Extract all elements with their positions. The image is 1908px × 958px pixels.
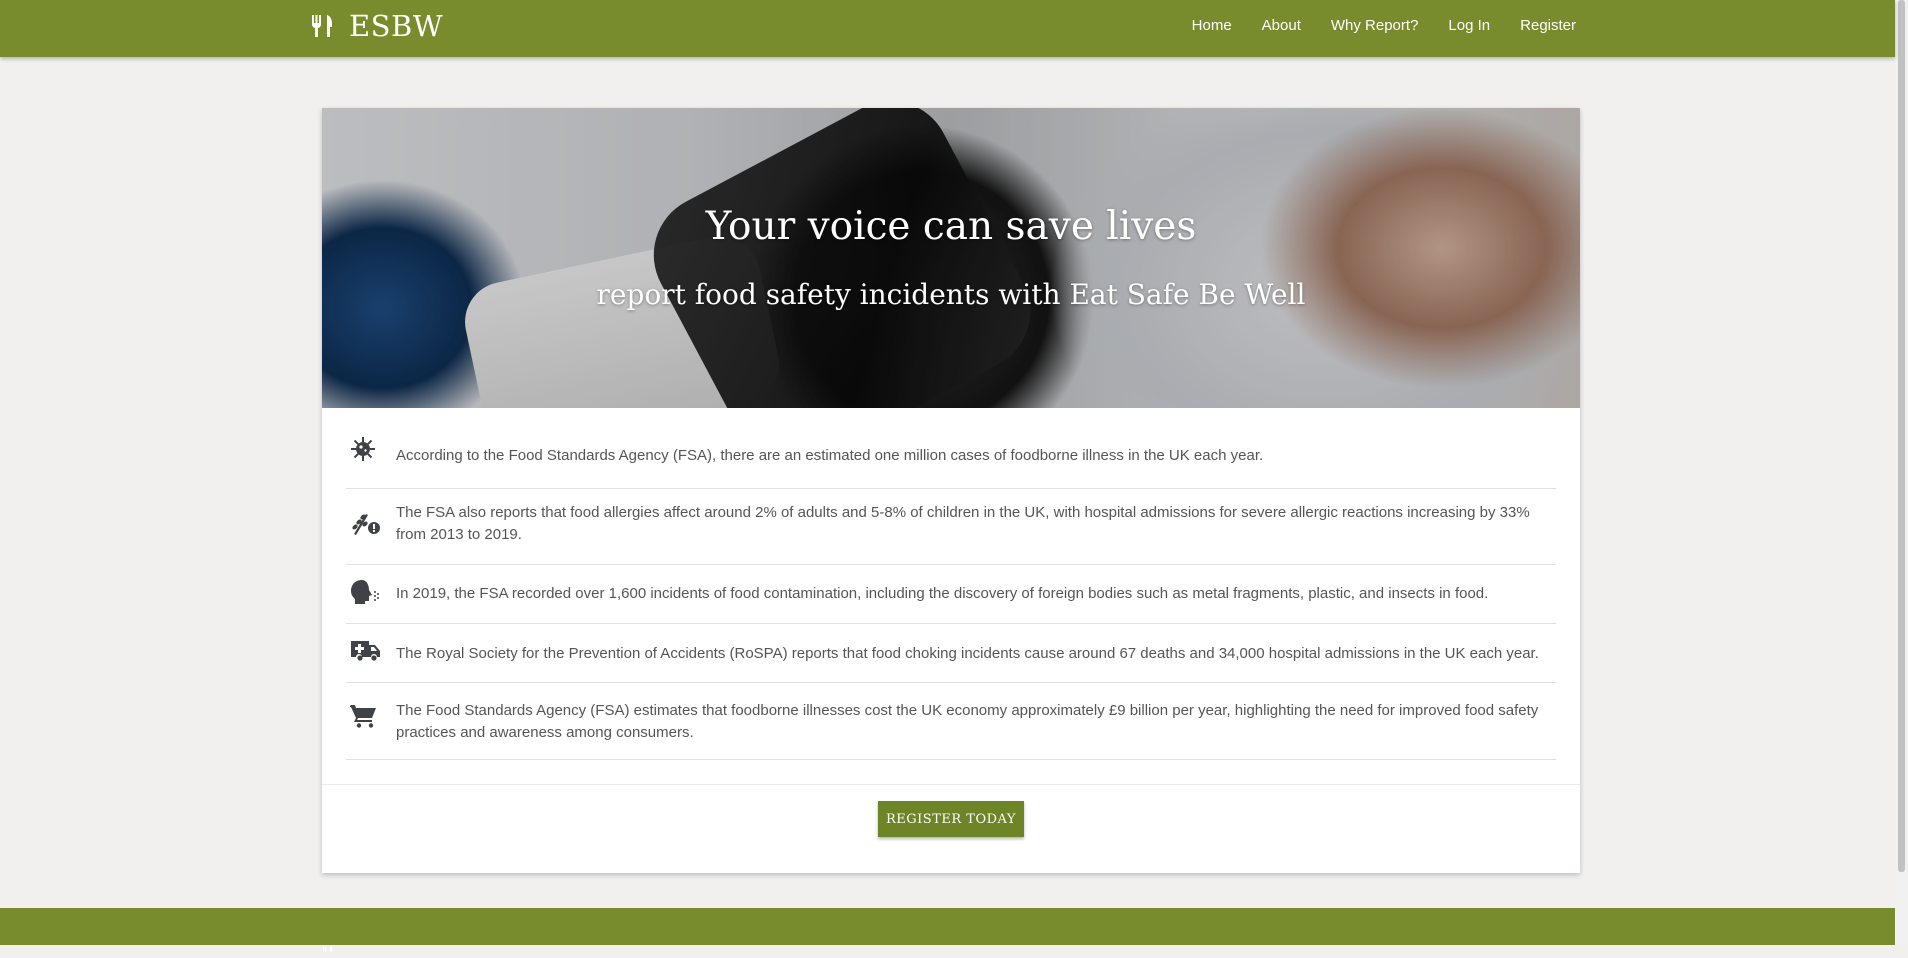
cutlery-icon (309, 13, 335, 39)
fact-text: The Food Standards Agency (FSA) estimate… (396, 702, 1539, 741)
fact-item: The Royal Society for the Prevention of … (346, 624, 1556, 683)
main-nav: Home About Why Report? Log In Register (1162, 17, 1576, 34)
shopping-cart-icon (346, 683, 396, 729)
info-card: Your voice can save lives report food sa… (322, 108, 1580, 873)
hero-title: Your voice can save lives (705, 204, 1197, 249)
nav-about[interactable]: About (1262, 17, 1301, 34)
hero-banner: Your voice can save lives report food sa… (322, 108, 1580, 408)
allergy-warning-icon (346, 489, 396, 536)
footer (0, 908, 1895, 952)
page-scrollbar[interactable] (1895, 0, 1908, 945)
ambulance-icon (346, 624, 396, 662)
nav-register[interactable]: Register (1520, 17, 1576, 34)
fact-text: The Royal Society for the Prevention of … (396, 645, 1539, 662)
fact-item: According to the Food Standards Agency (… (346, 432, 1556, 489)
scrollbar-thumb[interactable] (1898, 0, 1905, 872)
nav-home[interactable]: Home (1192, 17, 1232, 34)
brand-link[interactable]: ESBW (309, 9, 443, 43)
virus-icon (346, 432, 396, 462)
top-navbar: ESBW Home About Why Report? Log In Regis… (0, 0, 1895, 57)
brand-name: ESBW (349, 9, 444, 43)
divider (346, 759, 1556, 760)
hero-subtitle: report food safety incidents with Eat Sa… (596, 278, 1306, 311)
fact-item: The FSA also reports that food allergies… (346, 489, 1556, 565)
register-today-button[interactable]: REGISTER TODAY (878, 801, 1024, 837)
head-cough-icon (346, 565, 396, 606)
fact-text: The FSA also reports that food allergies… (396, 504, 1530, 543)
hero-overlay (322, 108, 1580, 408)
fact-item: The Food Standards Agency (FSA) estimate… (346, 683, 1556, 817)
card-actions-divider (322, 784, 1580, 785)
nav-log-in[interactable]: Log In (1448, 17, 1490, 34)
cutlery-icon (322, 940, 334, 958)
nav-why-report[interactable]: Why Report? (1331, 17, 1419, 34)
fact-text: In 2019, the FSA recorded over 1,600 inc… (396, 585, 1489, 602)
fact-text: According to the Food Standards Agency (… (396, 447, 1264, 464)
fact-item: In 2019, the FSA recorded over 1,600 inc… (346, 565, 1556, 624)
